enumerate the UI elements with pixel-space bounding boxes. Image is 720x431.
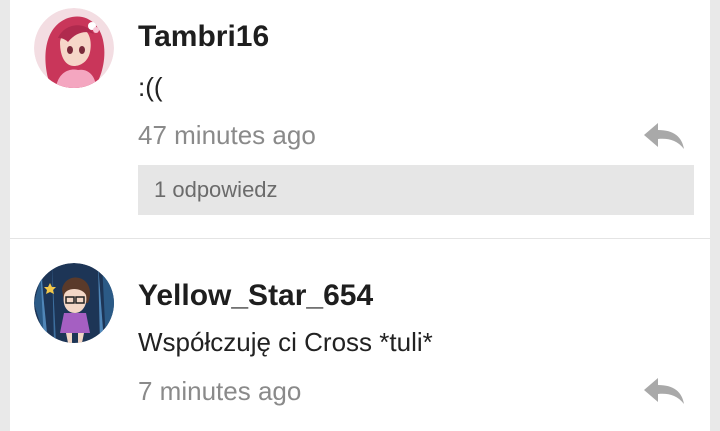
user-avatar-yellow-star-654[interactable] bbox=[34, 263, 114, 343]
comment-item: Tambri16 :(( 47 minutes ago 1 odpowiedz bbox=[10, 0, 710, 238]
user-avatar-tambri16[interactable] bbox=[34, 8, 114, 88]
comment-text: :(( bbox=[138, 72, 163, 102]
view-replies-button[interactable]: 1 odpowiedz bbox=[138, 165, 694, 215]
comment-item: Yellow_Star_654 Współczuję ci Cross *tul… bbox=[10, 239, 710, 431]
anime-girl-night-avatar-icon bbox=[34, 263, 114, 343]
comments-panel: Tambri16 :(( 47 minutes ago 1 odpowiedz bbox=[10, 0, 710, 431]
comment-text: Współczuję ci Cross *tuli* bbox=[138, 327, 433, 357]
reply-arrow-icon[interactable] bbox=[642, 121, 686, 151]
comment-username[interactable]: Yellow_Star_654 bbox=[138, 279, 373, 313]
comment-timestamp: 7 minutes ago bbox=[138, 376, 302, 406]
replies-count-label: 1 odpowiedz bbox=[154, 177, 278, 202]
comment-username[interactable]: Tambri16 bbox=[138, 20, 269, 54]
comment-timestamp: 47 minutes ago bbox=[138, 120, 316, 150]
reply-arrow-icon[interactable] bbox=[642, 376, 686, 406]
anime-girl-avatar-icon bbox=[34, 8, 114, 88]
